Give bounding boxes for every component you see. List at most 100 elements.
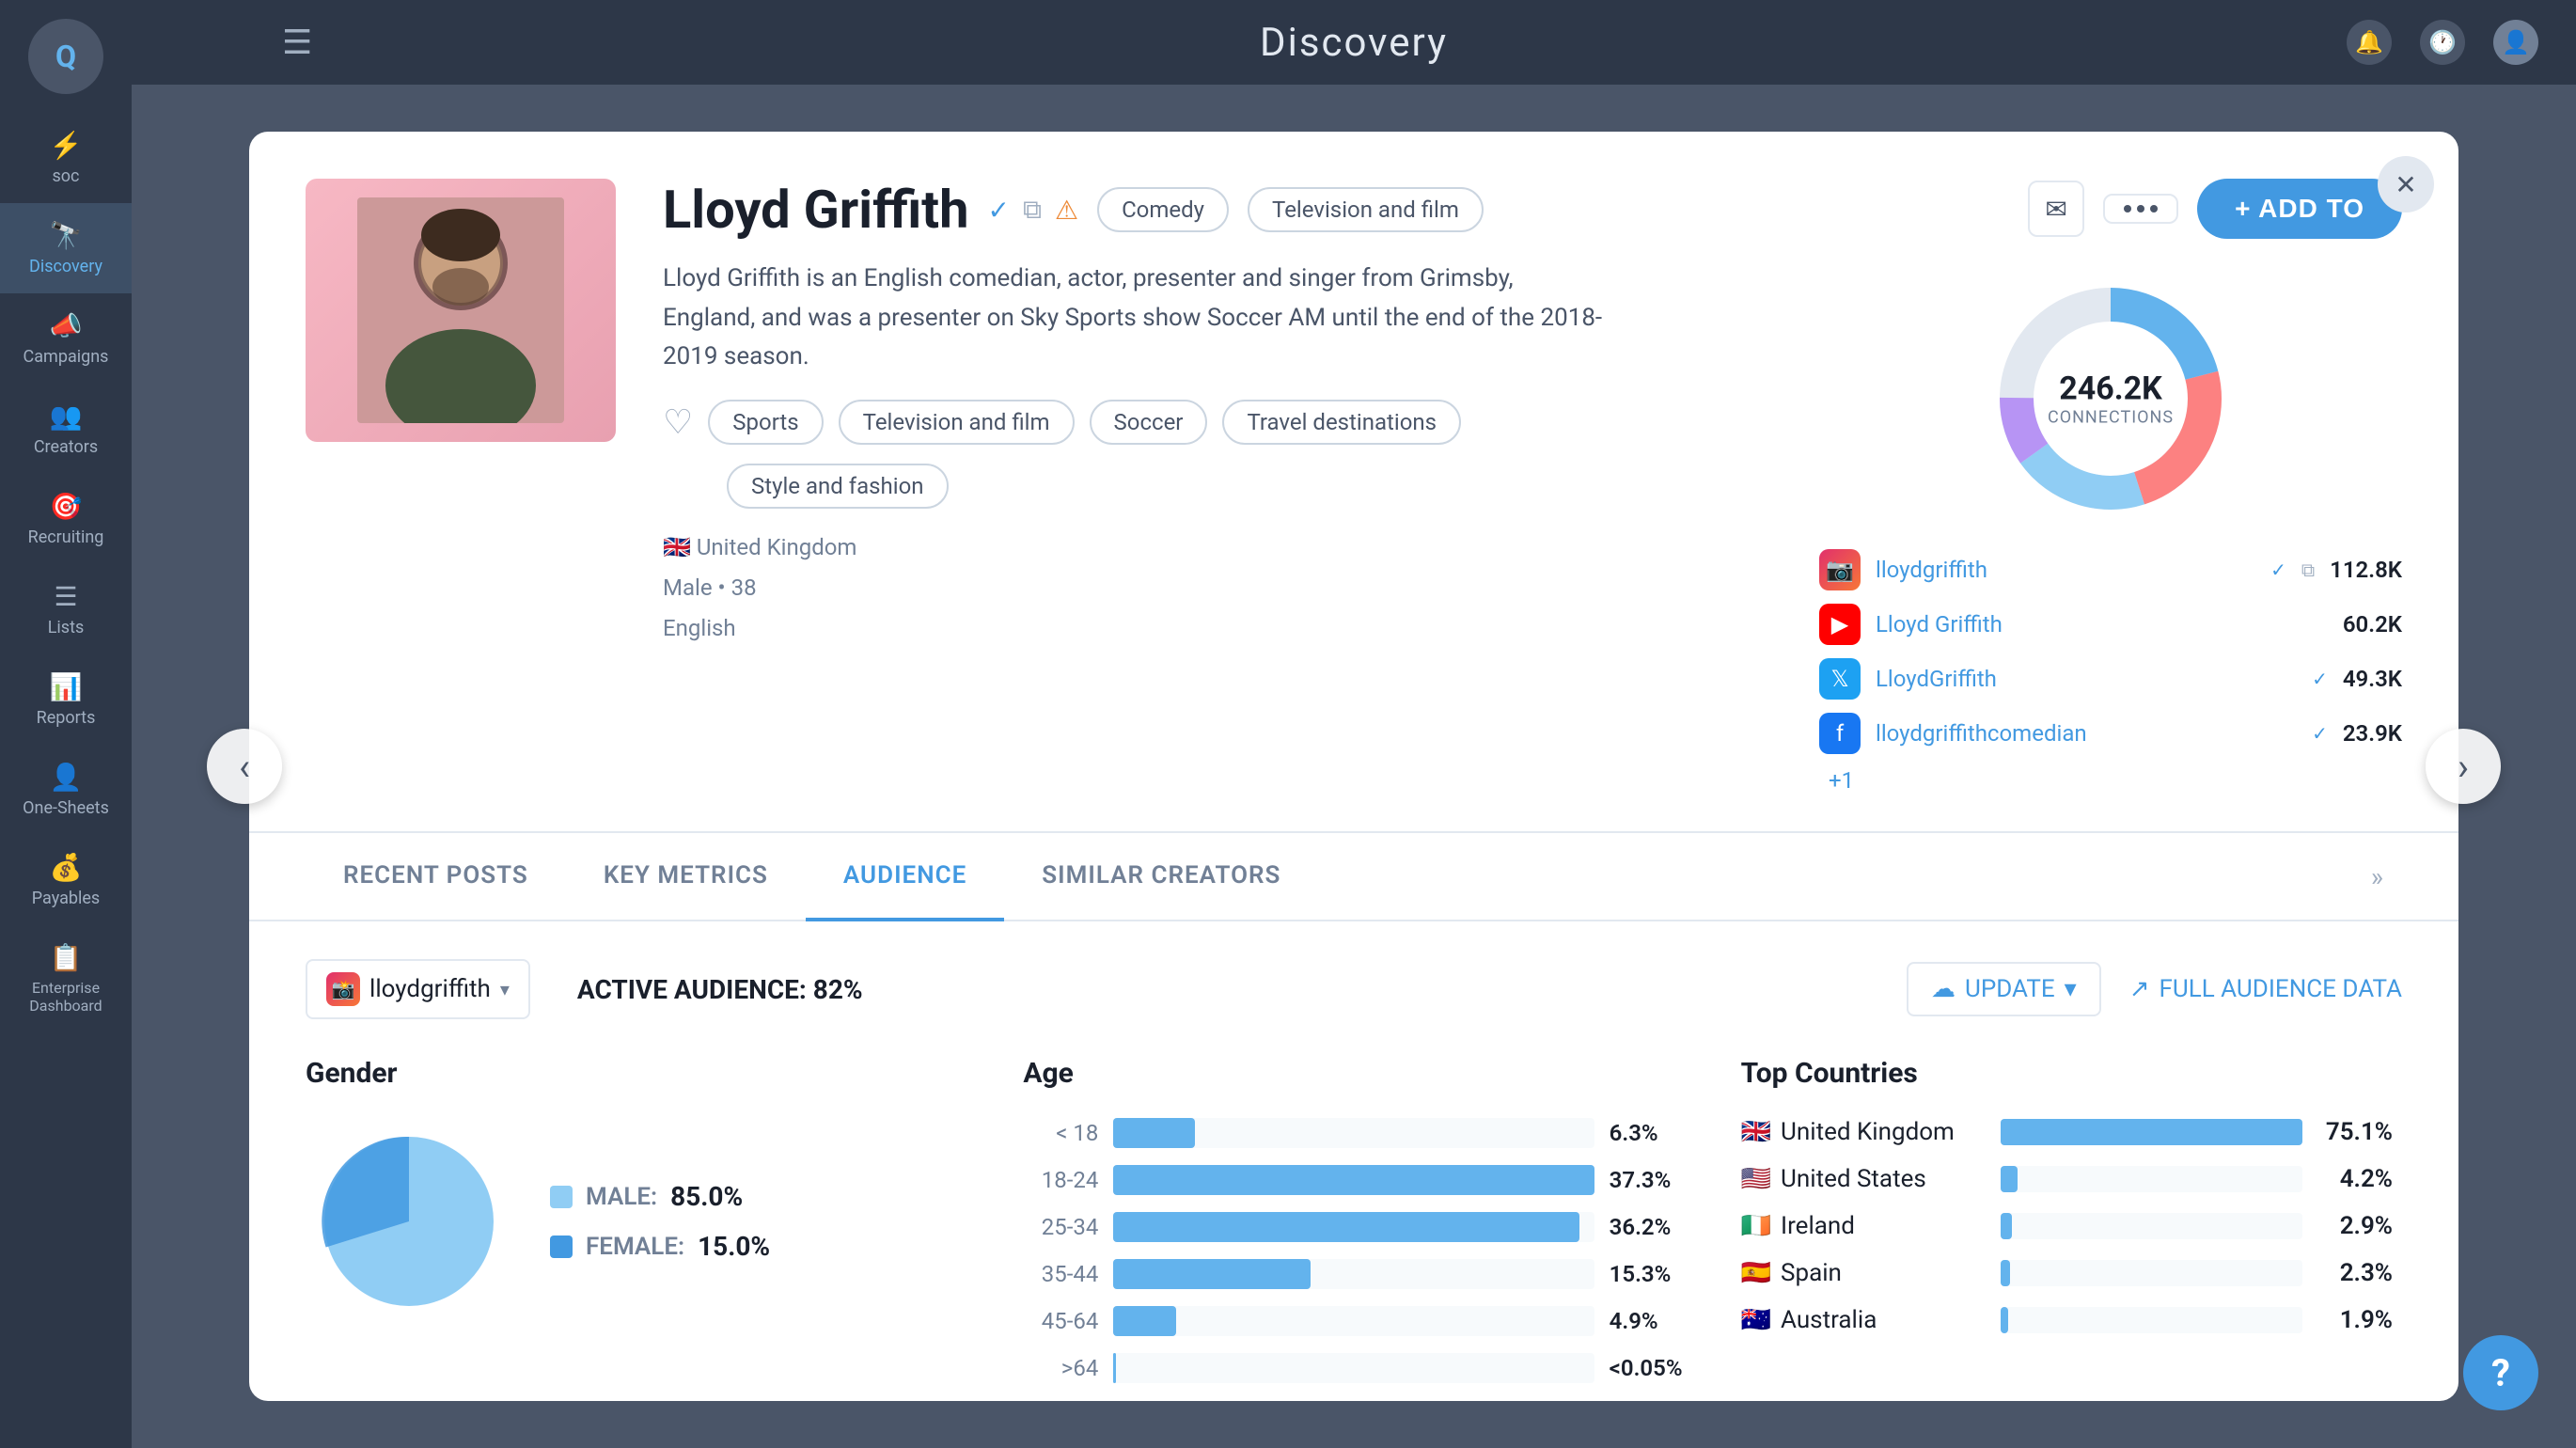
tag-television[interactable]: Television and film	[1248, 187, 1484, 232]
fb-verified-icon: ✓	[2312, 722, 2328, 745]
age-bar-fill	[1113, 1259, 1311, 1289]
country-uk: 🇬🇧 United Kingdom 75.1%	[1741, 1118, 2393, 1146]
tag-comedy[interactable]: Comedy	[1097, 187, 1229, 232]
topic-travel[interactable]: Travel destinations	[1222, 400, 1461, 445]
dot1	[2124, 205, 2131, 212]
fb-count: 23.9K	[2343, 720, 2402, 747]
creator-meta: 🇬🇧 United Kingdom Male • 38 English	[663, 527, 1772, 650]
sidebar-item-discovery[interactable]: 🔭 Discovery	[0, 203, 132, 293]
age-18-24: 18-24 37.3%	[1023, 1165, 1684, 1195]
countries-section: Top Countries 🇬🇧 United Kingdom	[1741, 1057, 2402, 1383]
countries-title: Top Countries	[1741, 1057, 2402, 1090]
sidebar-item-campaigns[interactable]: 📣 Campaigns	[0, 293, 132, 384]
age-bar-fill	[1113, 1306, 1176, 1336]
account-selector[interactable]: 📸 lloydgriffith ▾	[306, 959, 530, 1019]
update-chevron-icon: ▾	[2065, 975, 2077, 1003]
creator-name-row: Lloyd Griffith ✓ ⧉ ⚠ Comedy Television a…	[663, 179, 1772, 241]
gender-section: Gender	[306, 1057, 966, 1383]
favorite-icon[interactable]: ♡	[663, 402, 693, 442]
age-bar-over64	[1113, 1353, 1594, 1383]
country-bar-fill	[2001, 1213, 2013, 1239]
country-name-uk: 🇬🇧 United Kingdom	[1741, 1118, 1986, 1146]
sidebar-item-lists[interactable]: ☰ Lists	[0, 564, 132, 654]
topbar-hamburger[interactable]: ☰	[282, 23, 312, 62]
more-options-button[interactable]	[2103, 194, 2178, 224]
tab-similar-creators[interactable]: SIMILAR CREATORS	[1004, 833, 1318, 921]
uk-flag: 🇬🇧	[1741, 1118, 1771, 1146]
clock-icon[interactable]: 🕐	[2420, 20, 2465, 65]
ig-handle[interactable]: lloydgriffith	[1876, 557, 2255, 583]
tab-content-audience: 📸 lloydgriffith ▾ ACTIVE AUDIENCE: 82% ☁…	[249, 921, 2458, 1401]
topic-tv[interactable]: Television and film	[839, 400, 1075, 445]
gender-chart-area: MALE: 85.0% FEMALE: 15.0%	[306, 1118, 966, 1325]
social-instagram: 📷 lloydgriffith ✓ ⧉ 112.8K	[1819, 549, 2402, 590]
creator-modal: ✕ Lloyd Griffith	[249, 132, 2458, 1401]
fb-handle[interactable]: lloydgriffithcomedian	[1876, 720, 2297, 747]
ig-copy-icon[interactable]: ⧉	[2301, 559, 2315, 581]
topic-sports[interactable]: Sports	[708, 400, 823, 445]
creator-topics-row: ♡ Sports Television and film Soccer Trav…	[663, 400, 1772, 445]
app-logo[interactable]: Q	[28, 19, 103, 94]
sidebar-item-recruiting[interactable]: 🎯 Recruiting	[0, 474, 132, 564]
donut-center: 246.2K CONNECTIONS	[2048, 370, 2174, 428]
creator-topics-row-2: Style and fashion	[663, 464, 1772, 509]
close-button[interactable]: ✕	[2378, 156, 2434, 212]
age-bar-fill	[1113, 1118, 1194, 1148]
social-twitter: 𝕏 LloydGriffith ✓ 49.3K	[1819, 658, 2402, 700]
plus-more[interactable]: +1	[1829, 767, 2402, 794]
age-35-44: 35-44 15.3%	[1023, 1259, 1684, 1289]
country-bar-australia	[2001, 1307, 2302, 1333]
audience-toolbar: 📸 lloydgriffith ▾ ACTIVE AUDIENCE: 82% ☁…	[306, 959, 2402, 1019]
creator-name-icons: ✓ ⧉ ⚠	[987, 194, 1078, 226]
dot2	[2137, 205, 2144, 212]
previous-creator-button[interactable]: ‹	[207, 729, 282, 804]
tw-count: 49.3K	[2343, 666, 2402, 692]
country-us: 🇺🇸 United States 4.2%	[1741, 1165, 2393, 1193]
sidebar-item-soc[interactable]: ⚡ soc	[0, 113, 132, 203]
country-bar-fill	[2001, 1119, 2302, 1145]
sidebar-item-enterprise[interactable]: 📋 Enterprise Dashboard	[0, 925, 132, 1031]
country-australia: 🇦🇺 Australia 1.9%	[1741, 1306, 2393, 1334]
help-button[interactable]: ?	[2463, 1335, 2538, 1410]
topic-fashion[interactable]: Style and fashion	[727, 464, 949, 509]
notifications-icon[interactable]: 🔔	[2347, 20, 2392, 65]
tab-recent-posts[interactable]: RECENT POSTS	[306, 833, 566, 921]
copy-icon[interactable]: ⧉	[1023, 194, 1042, 226]
tab-key-metrics[interactable]: KEY METRICS	[566, 833, 806, 921]
update-button[interactable]: ☁ UPDATE ▾	[1907, 962, 2101, 1016]
modal-overlay[interactable]: ‹ › ✕	[132, 85, 2576, 1448]
twitter-icon: 𝕏	[1819, 658, 1861, 700]
age-bars: < 18 6.3% 18-24 37.3%	[1023, 1118, 1684, 1383]
creator-photo	[306, 179, 616, 442]
sidebar-item-reports[interactable]: 📊 Reports	[0, 654, 132, 745]
mail-button[interactable]: ✉	[2028, 181, 2084, 237]
instagram-icon: 📷	[1819, 549, 1861, 590]
toolbar-right: ☁ UPDATE ▾ ↗ FULL AUDIENCE DATA	[1907, 962, 2402, 1016]
next-creator-button[interactable]: ›	[2426, 729, 2501, 804]
warning-icon: ⚠	[1055, 195, 1078, 226]
sidebar-item-creators[interactable]: 👥 Creators	[0, 384, 132, 474]
tw-handle[interactable]: LloydGriffith	[1876, 666, 2297, 692]
country-bar-fill	[2001, 1166, 2018, 1192]
topic-soccer[interactable]: Soccer	[1090, 400, 1208, 445]
sidebar-item-onesheets[interactable]: 👤 One-Sheets	[0, 745, 132, 835]
connections-value: 246.2K	[2048, 370, 2174, 408]
facebook-icon: f	[1819, 713, 1861, 754]
yt-handle[interactable]: Lloyd Griffith	[1876, 611, 2328, 637]
analytics-grid: Gender	[306, 1057, 2402, 1383]
sidebar-item-payables[interactable]: 💰 Payables	[0, 835, 132, 925]
dot3	[2150, 205, 2158, 212]
topbar: ☰ Discovery 🔔 🕐 👤	[132, 0, 2576, 85]
age-section: Age < 18 6.3% 18-24	[1023, 1057, 1684, 1383]
country-name-spain: 🇪🇸 Spain	[1741, 1259, 1986, 1287]
add-to-button[interactable]: + ADD TO	[2197, 179, 2402, 239]
age-bar-45-64	[1113, 1306, 1594, 1336]
gender-title: Gender	[306, 1057, 966, 1090]
tab-audience[interactable]: AUDIENCE	[806, 833, 1004, 921]
gender-legend: MALE: 85.0% FEMALE: 15.0%	[550, 1181, 770, 1262]
tabs-chevron[interactable]: »	[2352, 842, 2402, 911]
country-bar-us	[2001, 1166, 2302, 1192]
age-bar-fill	[1113, 1165, 1594, 1195]
user-avatar[interactable]: 👤	[2493, 20, 2538, 65]
full-audience-data-button[interactable]: ↗ FULL AUDIENCE DATA	[2129, 975, 2402, 1003]
